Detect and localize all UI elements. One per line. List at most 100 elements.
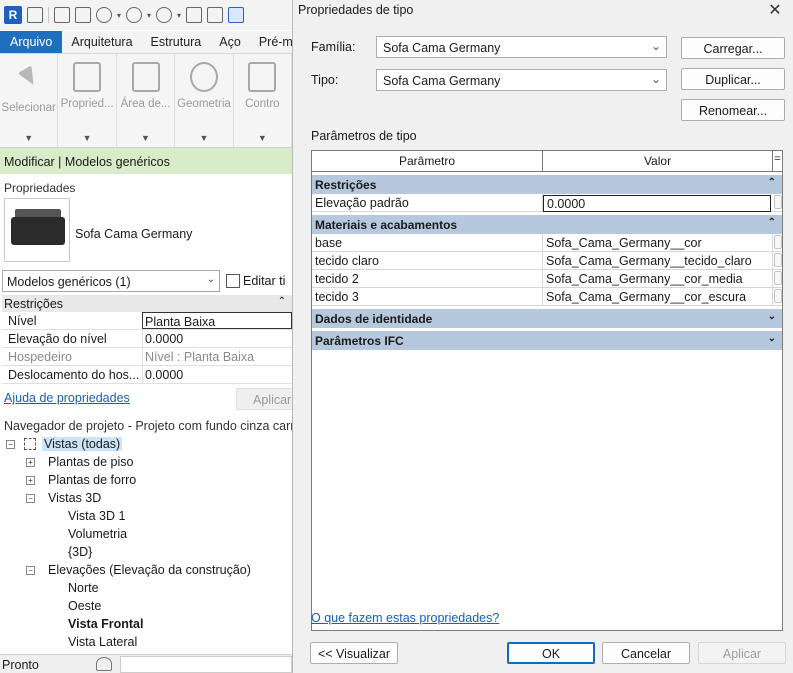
parameter-row[interactable]: base Sofa_Cama_Germany__cor: [312, 234, 782, 252]
collapse-icon[interactable]: ⌃: [768, 177, 776, 188]
properties-section-header[interactable]: Restrições ⌃: [2, 295, 292, 312]
column-header-parametro[interactable]: Parâmetro: [312, 151, 543, 171]
status-field[interactable]: [120, 656, 292, 673]
collapse-icon[interactable]: ⌃: [768, 217, 776, 228]
formula-cell[interactable]: [773, 270, 782, 287]
save-icon[interactable]: [75, 7, 91, 23]
ribbon-button-selecionar[interactable]: Selecionar ▼: [0, 54, 59, 147]
tree-item-vista-lateral[interactable]: Vista Lateral: [0, 634, 292, 652]
formula-cell[interactable]: [773, 234, 782, 251]
help-link[interactable]: O que fazem estas propriedades?: [311, 611, 499, 625]
preview-button[interactable]: << Visualizar: [310, 642, 398, 664]
apply-button[interactable]: Aplicar: [698, 642, 786, 664]
parameter-row[interactable]: tecido 2 Sofa_Cama_Germany__cor_media: [312, 270, 782, 288]
formula-cell[interactable]: [773, 252, 782, 269]
print-icon[interactable]: [186, 7, 203, 23]
chevron-down-icon[interactable]: ▼: [199, 133, 208, 143]
expand-icon[interactable]: ⌄: [768, 333, 776, 344]
tree-item-vista-3d-1[interactable]: Vista 3D 1: [0, 508, 292, 526]
tab-estrutura[interactable]: Estrutura: [142, 31, 211, 53]
formula-cell[interactable]: [773, 288, 782, 305]
edit-type-button[interactable]: Editar ti: [226, 270, 285, 292]
active-tool-icon[interactable]: [228, 7, 245, 23]
section-materiais[interactable]: Materiais e acabamentos ⌃: [312, 215, 782, 234]
measure-icon[interactable]: [207, 7, 224, 23]
tree-item-plantas-forro[interactable]: + Plantas de forro: [0, 472, 292, 490]
sync-icon[interactable]: [96, 7, 112, 23]
parameter-value[interactable]: Sofa_Cama_Germany__cor_escura: [543, 288, 773, 305]
tab-pre-moldado[interactable]: Pré-m: [250, 31, 292, 53]
parameter-value-input[interactable]: 0.0000: [543, 195, 771, 212]
chevron-down-icon[interactable]: ▼: [141, 133, 150, 143]
close-icon[interactable]: ✕: [763, 0, 787, 20]
parameter-row[interactable]: tecido 3 Sofa_Cama_Germany__cor_escura: [312, 288, 782, 306]
tree-item-3d[interactable]: {3D}: [0, 544, 292, 562]
parameter-row[interactable]: tecido claro Sofa_Cama_Germany__tecido_c…: [312, 252, 782, 270]
property-value[interactable]: Planta Baixa: [142, 312, 292, 329]
property-row[interactable]: Elevação do nível 0.0000: [2, 330, 292, 348]
tab-aco[interactable]: Aço: [210, 31, 250, 53]
formula-button-icon[interactable]: [773, 195, 782, 209]
tree-item-vistas-3d[interactable]: − Vistas 3D: [0, 490, 292, 508]
tree-item-plantas-piso[interactable]: + Plantas de piso: [0, 454, 292, 472]
load-button[interactable]: Carregar...: [681, 37, 785, 59]
undo-icon[interactable]: [126, 7, 143, 23]
tree-item-vista-frontal[interactable]: Vista Frontal: [0, 616, 292, 634]
open-icon[interactable]: [54, 7, 70, 23]
property-row[interactable]: Deslocamento do hos... 0.0000: [2, 366, 292, 384]
expand-icon[interactable]: +: [26, 476, 35, 485]
tree-item-vistas-todas[interactable]: − Vistas (todas): [0, 436, 292, 454]
section-dados-identidade[interactable]: Dados de identidade ⌄: [312, 309, 782, 328]
collapse-icon[interactable]: −: [6, 440, 15, 449]
expand-icon[interactable]: +: [26, 458, 35, 467]
formula-button-icon[interactable]: [773, 235, 782, 249]
apply-button[interactable]: Aplicar: [236, 388, 292, 410]
tree-item-elevacoes[interactable]: − Elevações (Elevação da construção): [0, 562, 292, 580]
ribbon-button-controles[interactable]: Contro ▼: [234, 54, 292, 147]
parameter-value[interactable]: Sofa_Cama_Germany__cor_media: [543, 270, 773, 287]
expand-icon[interactable]: ⌄: [768, 311, 776, 322]
chevron-down-icon[interactable]: ▼: [258, 133, 267, 143]
duplicate-button[interactable]: Duplicar...: [681, 68, 785, 90]
type-select[interactable]: Sofa Cama Germany ⌄: [376, 69, 667, 91]
tab-arquivo[interactable]: Arquivo: [0, 31, 63, 53]
home-icon[interactable]: [27, 7, 43, 23]
chevron-down-icon[interactable]: ▾: [177, 11, 181, 20]
redo-icon[interactable]: [156, 7, 173, 23]
collapse-icon[interactable]: ⌃: [278, 296, 286, 307]
ribbon-button-geometria[interactable]: Geometria ▼: [175, 54, 234, 147]
ribbon-button-propriedades[interactable]: Propried... ▼: [58, 54, 117, 147]
tree-item-norte[interactable]: Norte: [0, 580, 292, 598]
rename-button[interactable]: Renomear...: [681, 99, 785, 121]
formula-button-icon[interactable]: [773, 289, 782, 303]
section-parametros-ifc[interactable]: Parâmetros IFC ⌄: [312, 331, 782, 350]
collapse-icon[interactable]: −: [26, 566, 35, 575]
property-row[interactable]: Nível Planta Baixa: [2, 312, 292, 330]
chevron-down-icon[interactable]: ▾: [147, 11, 151, 20]
category-select[interactable]: Modelos genéricos (1) ⌄: [2, 270, 220, 292]
formula-cell[interactable]: [773, 194, 782, 211]
parameter-value[interactable]: Sofa_Cama_Germany__cor: [543, 234, 773, 251]
formula-button-icon[interactable]: [773, 271, 782, 285]
chevron-down-icon[interactable]: ▾: [117, 11, 121, 20]
ribbon-button-area-de-transferencia[interactable]: Área de... ▼: [117, 54, 176, 147]
cancel-button[interactable]: Cancelar: [602, 642, 690, 664]
revit-logo-icon[interactable]: R: [4, 6, 22, 24]
section-restricoes[interactable]: Restrições ⌃: [312, 175, 782, 194]
tab-arquitetura[interactable]: Arquitetura: [62, 31, 141, 53]
family-select[interactable]: Sofa Cama Germany ⌄: [376, 36, 667, 58]
column-header-formula[interactable]: =: [773, 151, 782, 171]
properties-help-link[interactable]: Ajuda de propriedades: [4, 391, 130, 405]
chevron-down-icon[interactable]: ▼: [83, 133, 92, 143]
chevron-down-icon[interactable]: ▼: [24, 133, 33, 143]
ok-button[interactable]: OK: [507, 642, 595, 664]
formula-button-icon[interactable]: [773, 253, 782, 267]
collapse-icon[interactable]: −: [26, 494, 35, 503]
tree-item-oeste[interactable]: Oeste: [0, 598, 292, 616]
tree-item-volumetria[interactable]: Volumetria: [0, 526, 292, 544]
parameter-row[interactable]: Elevação padrão 0.0000: [312, 194, 782, 212]
parameter-value[interactable]: Sofa_Cama_Germany__tecido_claro: [543, 252, 773, 269]
column-header-valor[interactable]: Valor: [543, 151, 773, 171]
worksharing-icon[interactable]: [96, 657, 112, 671]
property-value[interactable]: 0.0000: [142, 330, 292, 347]
